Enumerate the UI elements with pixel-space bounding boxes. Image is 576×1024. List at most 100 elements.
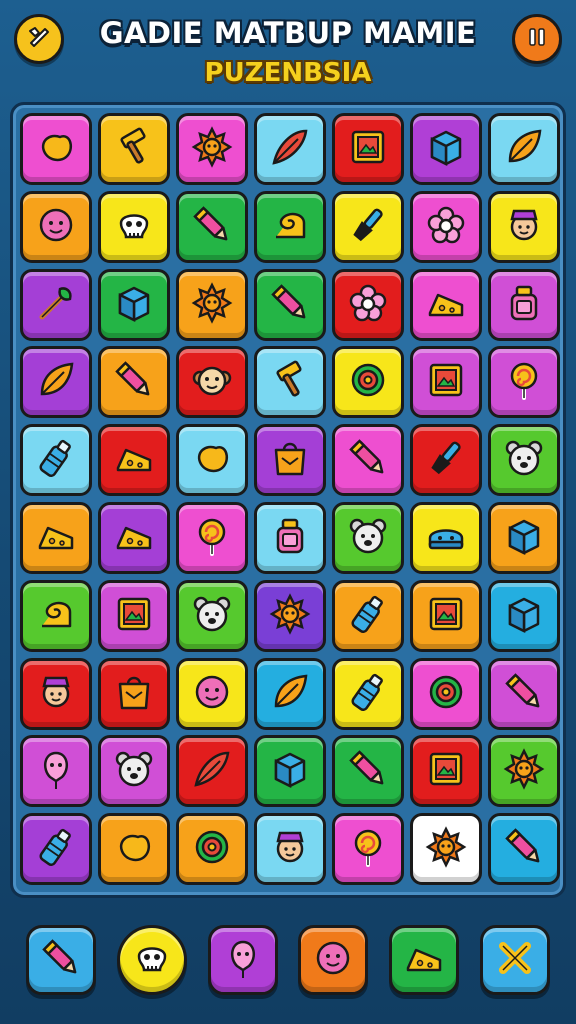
hammer-icon <box>112 125 156 173</box>
tile-r4-c1[interactable] <box>98 424 170 497</box>
tile-r1-c0[interactable] <box>20 190 92 263</box>
tile-r4-c4[interactable] <box>332 424 404 497</box>
powerup-button-5[interactable] <box>388 925 459 995</box>
tile-r3-c0[interactable] <box>20 346 92 419</box>
tile-r9-c0[interactable] <box>20 813 92 886</box>
close-icon <box>493 936 537 984</box>
tile-r2-c1[interactable] <box>98 268 170 341</box>
tile-r1-c1[interactable] <box>98 190 170 263</box>
tile-r6-c0[interactable] <box>20 579 92 652</box>
game-subtitle: PUZENBSIA <box>204 58 372 88</box>
tile-r7-c0[interactable] <box>20 657 92 730</box>
powerup-button-2[interactable] <box>116 925 187 995</box>
tile-r4-c5[interactable] <box>410 424 482 497</box>
pencil-icon <box>190 203 234 251</box>
tile-r7-c6[interactable] <box>488 657 560 730</box>
target-icon <box>346 358 390 406</box>
tile-r8-c4[interactable] <box>332 735 404 808</box>
tile-r6-c4[interactable] <box>332 579 404 652</box>
tile-r9-c4[interactable] <box>332 813 404 886</box>
tile-r3-c6[interactable] <box>488 346 560 419</box>
tile-r4-c3[interactable] <box>254 424 326 497</box>
tile-r3-c1[interactable] <box>98 346 170 419</box>
tile-r9-c2[interactable] <box>176 813 248 886</box>
tile-r6-c6[interactable] <box>488 579 560 652</box>
tile-r3-c2[interactable] <box>176 346 248 419</box>
tile-r4-c6[interactable] <box>488 424 560 497</box>
tile-r6-c1[interactable] <box>98 579 170 652</box>
tile-r5-c6[interactable] <box>488 501 560 574</box>
flower-icon <box>346 281 390 329</box>
tile-r5-c1[interactable] <box>98 501 170 574</box>
tile-r6-c5[interactable] <box>410 579 482 652</box>
tile-r0-c0[interactable] <box>20 113 92 185</box>
brush-icon <box>346 203 390 251</box>
tile-r8-c6[interactable] <box>488 735 560 808</box>
tile-r8-c3[interactable] <box>254 735 326 808</box>
tile-r2-c3[interactable] <box>254 268 326 341</box>
tile-r6-c2[interactable] <box>176 579 248 652</box>
tile-r7-c3[interactable] <box>254 657 326 730</box>
tile-r7-c5[interactable] <box>410 657 482 730</box>
tile-r2-c2[interactable] <box>176 268 248 341</box>
tile-r2-c5[interactable] <box>410 268 482 341</box>
swirl-icon <box>34 592 78 640</box>
bottle-icon <box>346 670 390 718</box>
balloon-icon <box>221 936 265 984</box>
box-icon <box>502 514 546 562</box>
bag-icon <box>268 436 312 484</box>
powerup-button-3[interactable] <box>207 925 278 995</box>
cheese-icon <box>112 436 156 484</box>
tile-r0-c4[interactable] <box>332 113 404 185</box>
tile-r2-c4[interactable] <box>332 268 404 341</box>
tile-r9-c5[interactable] <box>410 813 482 886</box>
tile-r1-c4[interactable] <box>332 190 404 263</box>
tile-r4-c0[interactable] <box>20 424 92 497</box>
tile-r7-c1[interactable] <box>98 657 170 730</box>
tile-r1-c2[interactable] <box>176 190 248 263</box>
tile-r8-c5[interactable] <box>410 735 482 808</box>
skull-icon <box>112 203 156 251</box>
tile-r7-c4[interactable] <box>332 657 404 730</box>
tool-button[interactable] <box>14 14 64 64</box>
tile-r9-c1[interactable] <box>98 813 170 886</box>
powerup-button-6[interactable] <box>479 925 550 995</box>
box-icon <box>424 125 468 173</box>
tile-r2-c6[interactable] <box>488 268 560 341</box>
tile-r5-c4[interactable] <box>332 501 404 574</box>
tile-r9-c6[interactable] <box>488 813 560 886</box>
tile-r0-c1[interactable] <box>98 113 170 185</box>
pencil-icon <box>39 936 83 984</box>
box-icon <box>268 747 312 795</box>
tile-r0-c2[interactable] <box>176 113 248 185</box>
tile-r1-c5[interactable] <box>410 190 482 263</box>
tile-r5-c2[interactable] <box>176 501 248 574</box>
tile-r9-c3[interactable] <box>254 813 326 886</box>
tile-r8-c0[interactable] <box>20 735 92 808</box>
tile-r0-c5[interactable] <box>410 113 482 185</box>
tile-r6-c3[interactable] <box>254 579 326 652</box>
tile-r4-c2[interactable] <box>176 424 248 497</box>
tile-r1-c6[interactable] <box>488 190 560 263</box>
tile-r0-c6[interactable] <box>488 113 560 185</box>
tile-r3-c4[interactable] <box>332 346 404 419</box>
jar-icon <box>502 281 546 329</box>
pause-button[interactable] <box>512 14 562 64</box>
tile-r8-c1[interactable] <box>98 735 170 808</box>
tile-r1-c3[interactable] <box>254 190 326 263</box>
tile-r5-c3[interactable] <box>254 501 326 574</box>
tile-r3-c3[interactable] <box>254 346 326 419</box>
face-icon <box>34 203 78 251</box>
powerup-button-1[interactable] <box>26 925 97 995</box>
tile-r5-c0[interactable] <box>20 501 92 574</box>
tile-r2-c0[interactable] <box>20 268 92 341</box>
tile-r7-c2[interactable] <box>176 657 248 730</box>
powerup-button-4[interactable] <box>298 925 369 995</box>
tile-r3-c5[interactable] <box>410 346 482 419</box>
tile-r0-c3[interactable] <box>254 113 326 185</box>
tile-r5-c5[interactable] <box>410 501 482 574</box>
cheese-icon <box>424 281 468 329</box>
bag-icon <box>112 670 156 718</box>
frame-icon <box>346 125 390 173</box>
tile-r8-c2[interactable] <box>176 735 248 808</box>
